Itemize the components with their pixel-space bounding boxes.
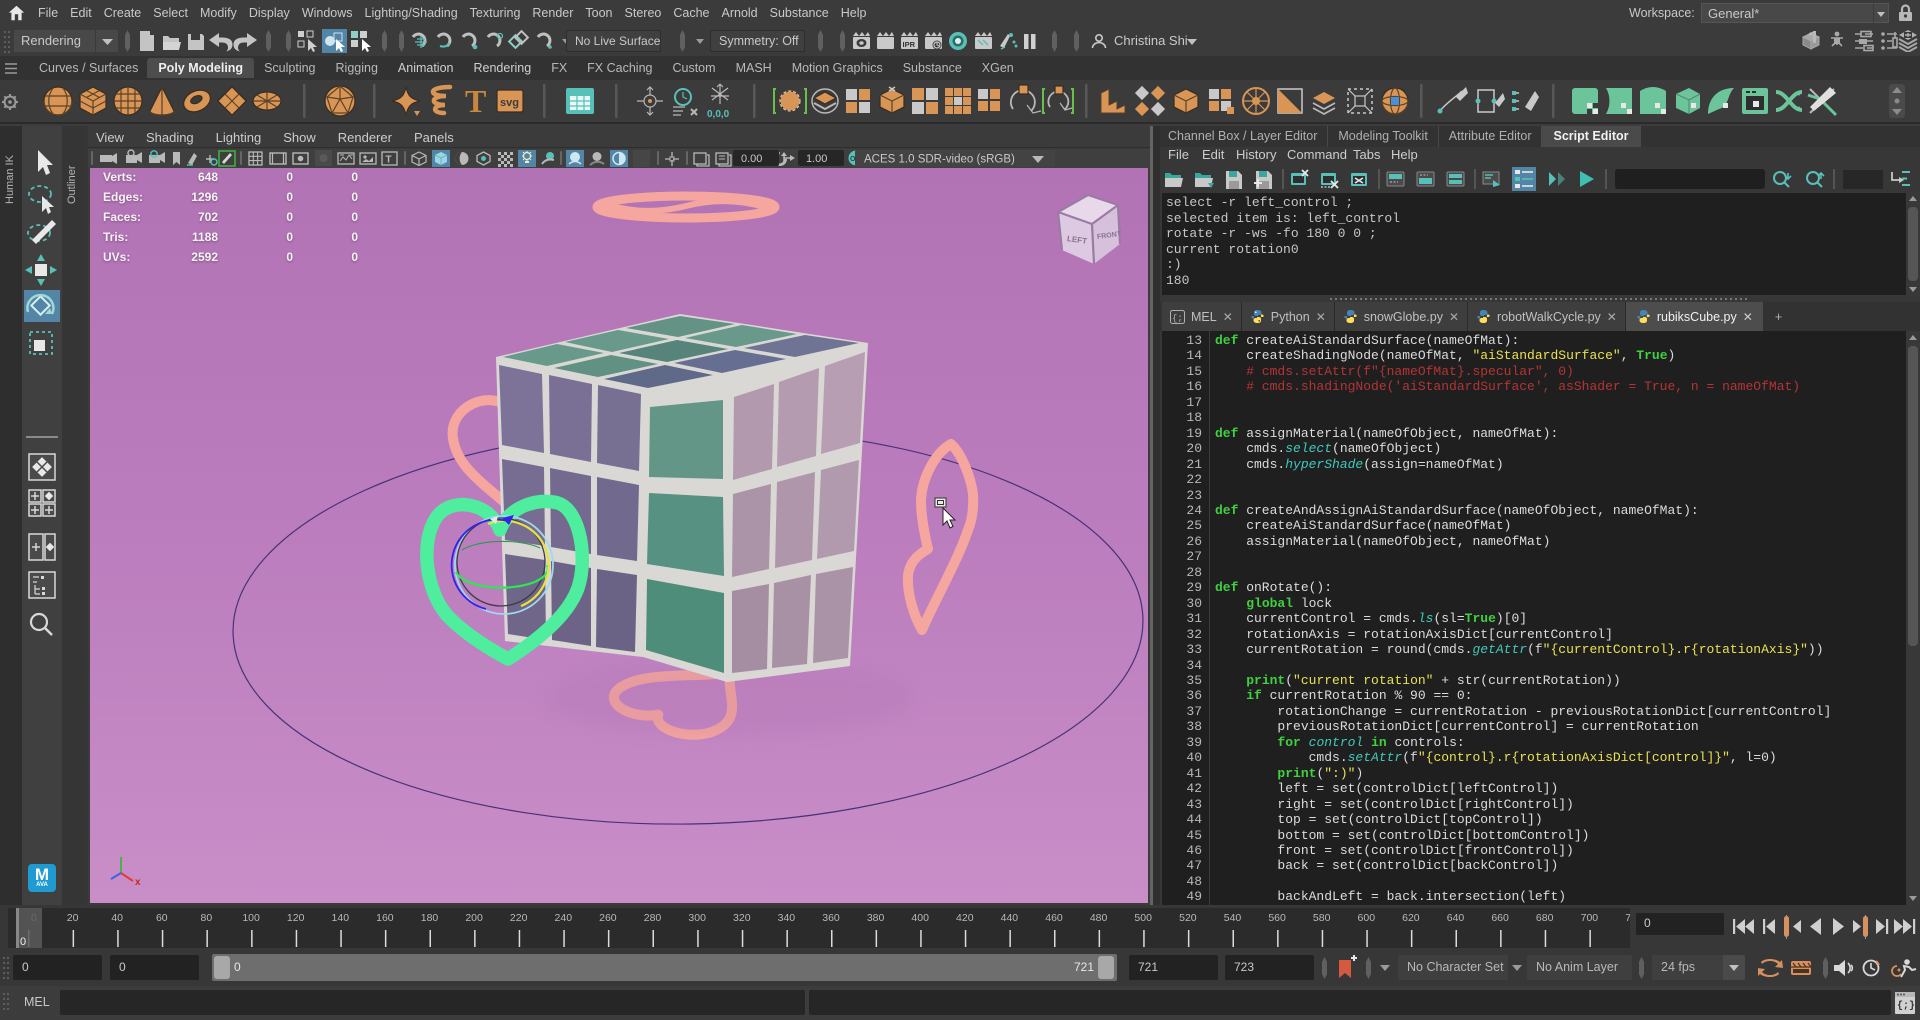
- svg-text:520: 520: [1179, 912, 1197, 924]
- svg-text:460: 460: [1045, 912, 1063, 924]
- svg-text:200: 200: [465, 912, 483, 924]
- svg-text:540: 540: [1224, 912, 1242, 924]
- svg-text:IPR: IPR: [903, 40, 916, 49]
- svg-text:T: T: [465, 83, 486, 119]
- svg-text:380: 380: [867, 912, 885, 924]
- svg-text:x: x: [135, 877, 141, 888]
- svg-text:720: 720: [1625, 912, 1630, 924]
- svg-text:560: 560: [1268, 912, 1286, 924]
- svg-text:580: 580: [1313, 912, 1331, 924]
- svg-text:360: 360: [822, 912, 840, 924]
- svg-text:700: 700: [1581, 912, 1599, 924]
- svg-text:80: 80: [201, 912, 213, 924]
- svg-text:320: 320: [733, 912, 751, 924]
- svg-text:60: 60: [156, 912, 168, 924]
- svg-text:{;}: {;}: [1897, 1000, 1915, 1012]
- svg-text:svg: svg: [500, 97, 519, 109]
- svg-text:140: 140: [332, 912, 350, 924]
- svg-text:640: 640: [1447, 912, 1465, 924]
- svg-text:240: 240: [555, 912, 573, 924]
- svg-text:0: 0: [20, 936, 26, 948]
- svg-text:300: 300: [688, 912, 706, 924]
- svg-text:680: 680: [1536, 912, 1554, 924]
- svg-text:180: 180: [421, 912, 439, 924]
- svg-text:400: 400: [911, 912, 929, 924]
- svg-text:100: 100: [242, 912, 260, 924]
- svg-text:0.00: 0.00: [741, 153, 762, 165]
- svg-text:420: 420: [956, 912, 974, 924]
- svg-text:340: 340: [778, 912, 796, 924]
- svg-text:ACES 1.0 SDR-video (sRGB): ACES 1.0 SDR-video (sRGB): [864, 154, 1015, 166]
- svg-text:600: 600: [1358, 912, 1376, 924]
- svg-text:220: 220: [510, 912, 528, 924]
- svg-text:660: 660: [1491, 912, 1509, 924]
- svg-text:440: 440: [1001, 912, 1019, 924]
- svg-text:0,0,0: 0,0,0: [707, 109, 730, 120]
- svg-text:500: 500: [1134, 912, 1152, 924]
- svg-text:40: 40: [111, 912, 123, 924]
- svg-text:120: 120: [287, 912, 305, 924]
- svg-text:620: 620: [1402, 912, 1420, 924]
- svg-text:20: 20: [67, 912, 79, 924]
- svg-text:T: T: [386, 155, 392, 166]
- svg-text:{;: {;: [1172, 313, 1183, 323]
- svg-text:1.00: 1.00: [806, 153, 827, 165]
- svg-text:260: 260: [599, 912, 617, 924]
- svg-text:160: 160: [376, 912, 394, 924]
- svg-text:480: 480: [1090, 912, 1108, 924]
- svg-text:280: 280: [644, 912, 662, 924]
